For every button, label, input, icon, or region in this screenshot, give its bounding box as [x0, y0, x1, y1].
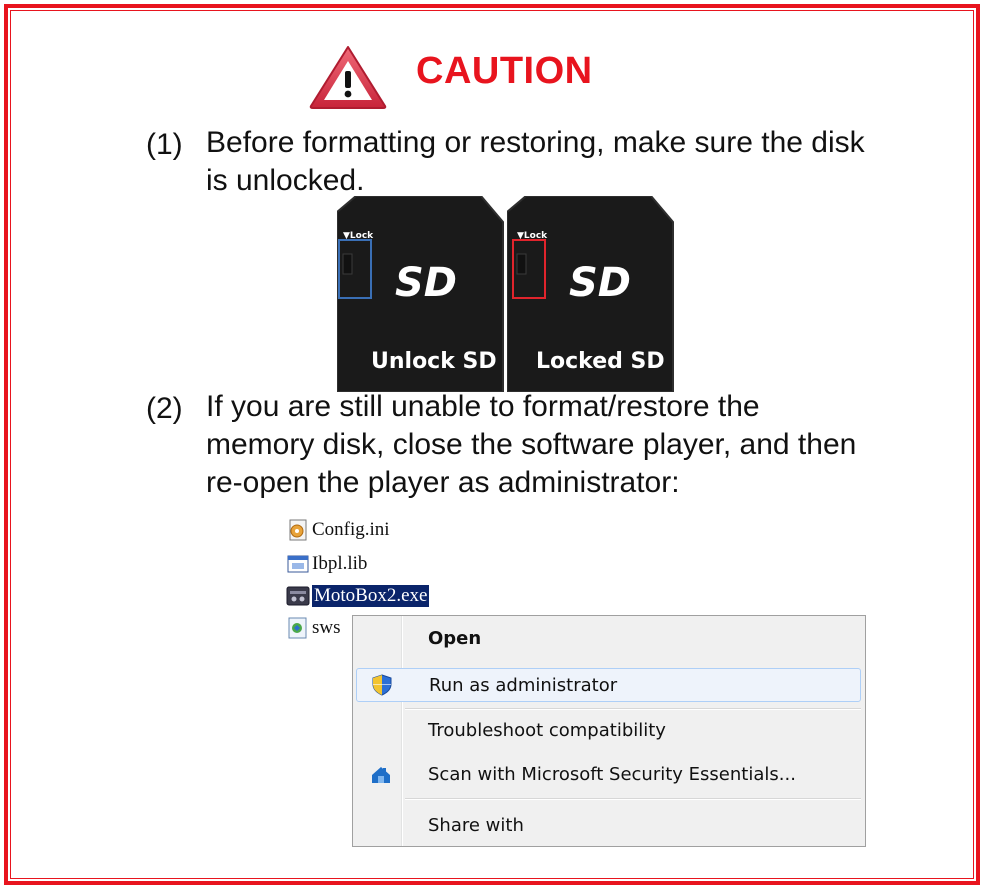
context-menu: Open Run as administrator Troubleshoot c… — [352, 615, 866, 847]
sd-card-unlocked: ▼Lock SD Unlock SD — [337, 196, 511, 392]
item-line: re-open the player as administrator: — [206, 466, 680, 499]
file-name: Ibpl.lib — [312, 553, 368, 574]
menu-item-run-as-administrator[interactable]: Run as administrator — [356, 668, 861, 702]
sd-logo: SD — [569, 260, 631, 306]
menu-item-label: Open — [428, 627, 482, 649]
menu-item-scan-security-essentials[interactable]: Scan with Microsoft Security Essentials.… — [356, 757, 861, 791]
sd-card-locked: ▼Lock SD Locked SD — [507, 196, 681, 392]
sd-caption: Locked SD — [536, 349, 665, 374]
menu-separator — [405, 708, 861, 710]
script-file-icon — [288, 617, 307, 639]
file-name: MotoBox2.exe — [310, 584, 431, 608]
item-text: Before formatting or restoring, make sur… — [206, 124, 865, 200]
item-line: Before formatting or restoring, make sur… — [206, 126, 865, 159]
sd-caption: Unlock SD — [371, 349, 497, 374]
menu-item-troubleshoot-compatibility[interactable]: Troubleshoot compatibility — [356, 713, 861, 747]
item-line: If you are still unable to format/restor… — [206, 390, 760, 423]
item-number: (1) — [146, 128, 183, 161]
file-name: sws — [312, 617, 341, 638]
menu-item-open[interactable]: Open — [356, 621, 861, 655]
menu-item-label: Run as administrator — [429, 674, 618, 696]
item-line: memory disk, close the software player, … — [206, 428, 857, 461]
sd-logo: SD — [395, 260, 457, 306]
config-file-icon — [289, 519, 307, 541]
shield-icon — [372, 674, 392, 696]
file-item-library[interactable]: Ibpl.lib — [286, 549, 367, 579]
file-item-sws[interactable]: sws — [286, 613, 341, 643]
menu-item-label: Share with — [428, 814, 524, 836]
menu-item-share-with[interactable]: Share with — [356, 808, 861, 842]
security-essentials-icon — [372, 767, 390, 783]
file-item-exe[interactable]: MotoBox2.exe — [286, 581, 431, 611]
library-file-icon — [287, 555, 309, 573]
file-name: Config.ini — [312, 519, 390, 540]
item-text: If you are still unable to format/restor… — [206, 388, 856, 502]
item-line: is unlocked. — [206, 164, 365, 197]
exe-file-icon — [286, 586, 310, 606]
item-number: (2) — [146, 392, 183, 425]
caution-title: CAUTION — [416, 50, 593, 92]
menu-separator — [405, 798, 861, 800]
file-item-config[interactable]: Config.ini — [286, 515, 390, 545]
menu-item-label: Troubleshoot compatibility — [428, 719, 666, 741]
menu-item-label: Scan with Microsoft Security Essentials.… — [428, 763, 796, 785]
warning-triangle-icon — [309, 46, 387, 109]
